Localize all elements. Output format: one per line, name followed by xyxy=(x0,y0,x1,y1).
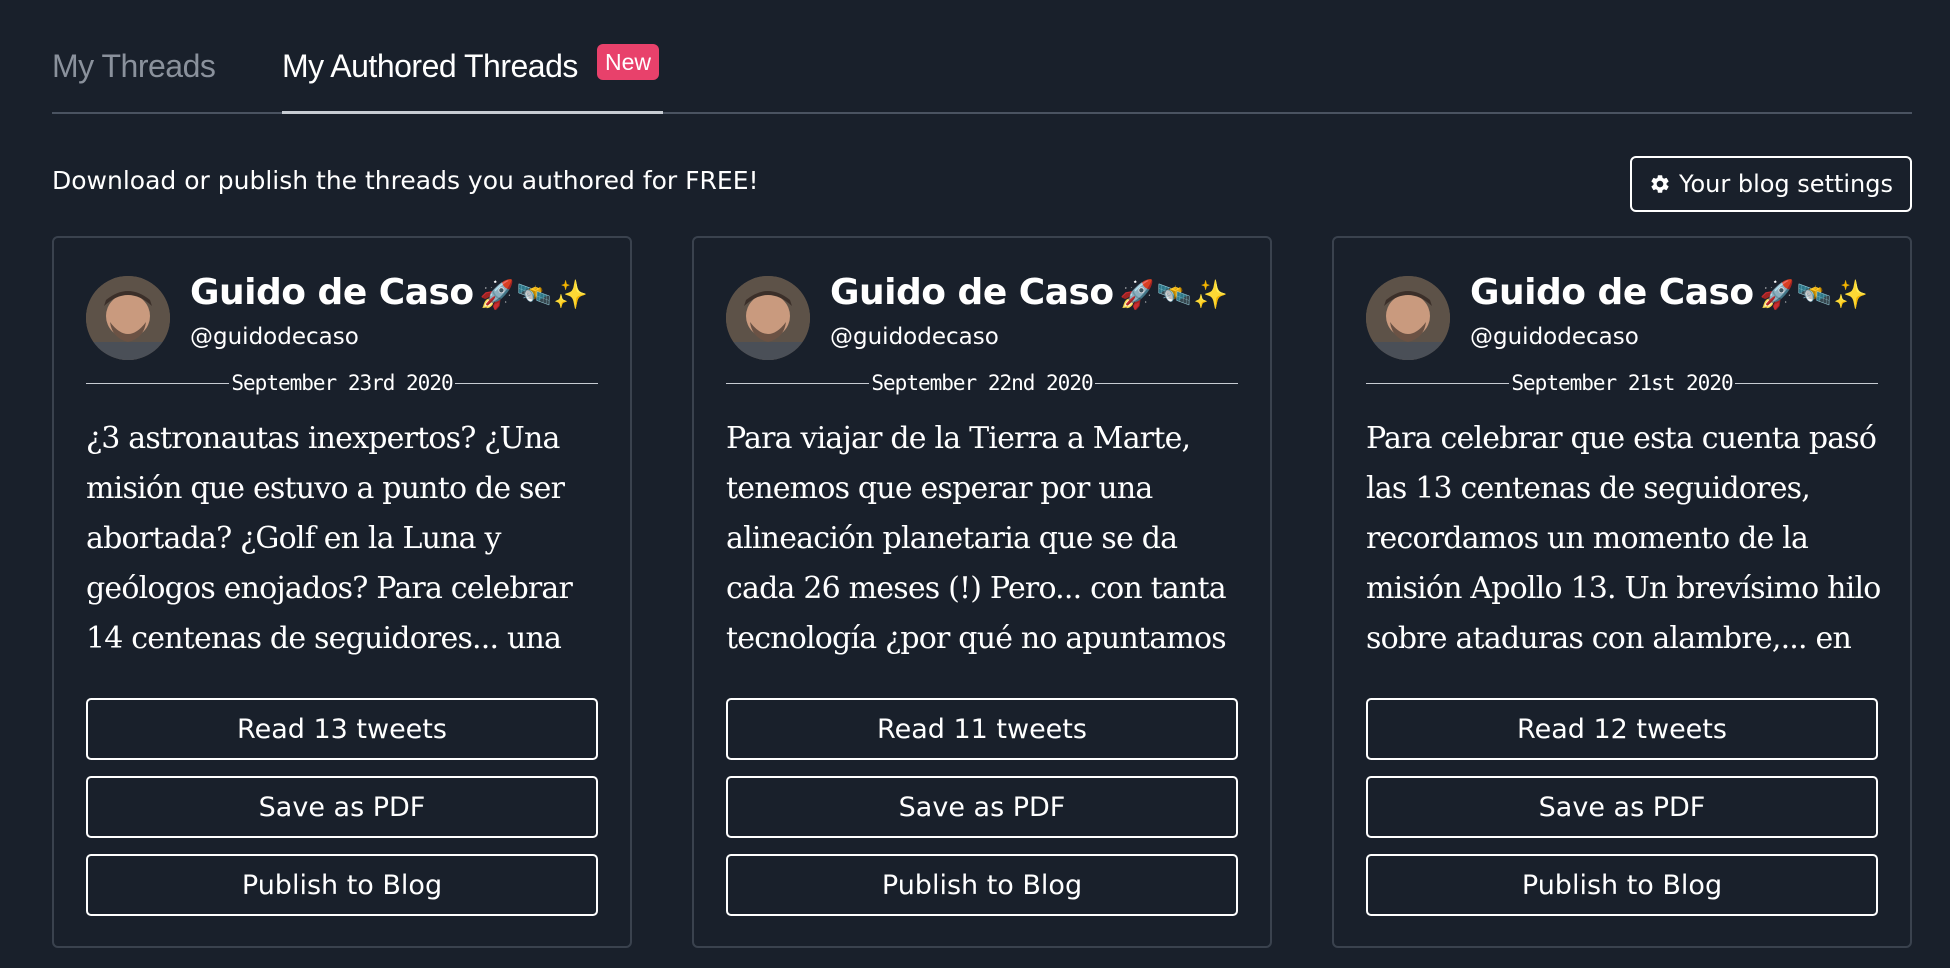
gear-icon xyxy=(1651,175,1669,193)
author-name-text: Guido de Caso xyxy=(830,272,1114,313)
thread-tabs: My Threads My Authored Threads New xyxy=(52,30,1912,114)
save-pdf-button[interactable]: Save as PDF xyxy=(726,776,1238,838)
thread-card: Guido de Caso 🚀🛰️✨ @guidodecaso September… xyxy=(1332,236,1912,948)
author-handle: @guidodecaso xyxy=(830,324,999,350)
author-emoji: 🚀🛰️✨ xyxy=(1119,278,1231,311)
date-divider: September 23rd 2020 xyxy=(86,368,598,398)
blog-settings-label: Your blog settings xyxy=(1678,170,1894,198)
date-divider: September 21st 2020 xyxy=(1366,368,1878,398)
author-name: Guido de Caso 🚀🛰️✨ xyxy=(830,272,1230,313)
blog-settings-button[interactable]: Your blog settings xyxy=(1630,156,1912,212)
thread-card: Guido de Caso 🚀🛰️✨ @guidodecaso September… xyxy=(52,236,632,948)
read-tweets-button[interactable]: Read 12 tweets xyxy=(1366,698,1878,760)
tab-my-authored-threads[interactable]: My Authored Threads New xyxy=(282,44,663,114)
thread-card: Guido de Caso 🚀🛰️✨ @guidodecaso September… xyxy=(692,236,1272,948)
thread-date: September 21st 2020 xyxy=(1511,371,1733,395)
publish-blog-button[interactable]: Publish to Blog xyxy=(726,854,1238,916)
new-badge: New xyxy=(597,44,660,80)
save-pdf-button[interactable]: Save as PDF xyxy=(1366,776,1878,838)
author-name: Guido de Caso 🚀🛰️✨ xyxy=(190,272,590,313)
tab-my-authored-threads-label: My Authored Threads xyxy=(282,48,578,84)
read-tweets-button[interactable]: Read 11 tweets xyxy=(726,698,1238,760)
publish-blog-button[interactable]: Publish to Blog xyxy=(86,854,598,916)
thread-date: September 23rd 2020 xyxy=(231,371,453,395)
thread-excerpt: ¿3 astronautas inexpertos? ¿Una misión q… xyxy=(86,421,573,656)
publish-blog-button[interactable]: Publish to Blog xyxy=(1366,854,1878,916)
author-name-text: Guido de Caso xyxy=(1470,272,1754,313)
thread-excerpt: Para viajar de la Tierra a Marte, tenemo… xyxy=(726,421,1227,656)
avatar xyxy=(86,276,170,360)
author-handle: @guidodecaso xyxy=(190,324,359,350)
intro-text: Download or publish the threads you auth… xyxy=(52,166,759,195)
thread-date: September 22nd 2020 xyxy=(871,371,1093,395)
author-name-text: Guido de Caso xyxy=(190,272,474,313)
thread-excerpt: Para celebrar que esta cuenta pasó las 1… xyxy=(1366,421,1881,656)
author-emoji: 🚀🛰️✨ xyxy=(1759,278,1871,311)
avatar xyxy=(726,276,810,360)
tab-my-threads[interactable]: My Threads xyxy=(52,48,216,85)
author-name: Guido de Caso 🚀🛰️✨ xyxy=(1470,272,1870,313)
date-divider: September 22nd 2020 xyxy=(726,368,1238,398)
author-handle: @guidodecaso xyxy=(1470,324,1639,350)
read-tweets-button[interactable]: Read 13 tweets xyxy=(86,698,598,760)
author-emoji: 🚀🛰️✨ xyxy=(479,278,591,311)
save-pdf-button[interactable]: Save as PDF xyxy=(86,776,598,838)
avatar xyxy=(1366,276,1450,360)
